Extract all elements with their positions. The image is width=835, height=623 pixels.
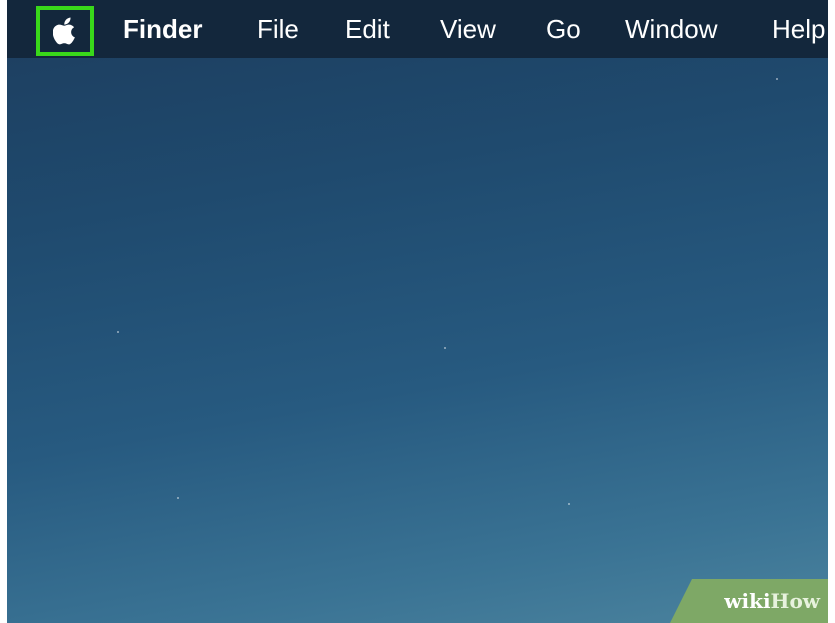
menu-bar: Finder File Edit View Go Window Help: [7, 0, 828, 58]
wallpaper-star: [776, 78, 778, 80]
apple-logo-icon: [53, 17, 75, 45]
desktop-screen: Finder File Edit View Go Window Help wik…: [7, 0, 828, 623]
wallpaper-star: [177, 497, 179, 499]
menu-help[interactable]: Help: [772, 13, 825, 45]
watermark-how: How: [770, 589, 820, 613]
wallpaper-star: [117, 331, 119, 333]
menu-edit[interactable]: Edit: [345, 13, 390, 45]
menu-file[interactable]: File: [257, 13, 299, 45]
menu-finder[interactable]: Finder: [123, 13, 202, 45]
menu-window[interactable]: Window: [625, 13, 717, 45]
menu-go[interactable]: Go: [546, 13, 581, 45]
wikihow-watermark: wikiHow: [670, 579, 828, 623]
menu-view[interactable]: View: [440, 13, 496, 45]
wallpaper-star: [568, 503, 570, 505]
apple-menu-button[interactable]: [36, 6, 94, 56]
wallpaper-star: [444, 347, 446, 349]
watermark-wiki: wiki: [724, 589, 771, 613]
